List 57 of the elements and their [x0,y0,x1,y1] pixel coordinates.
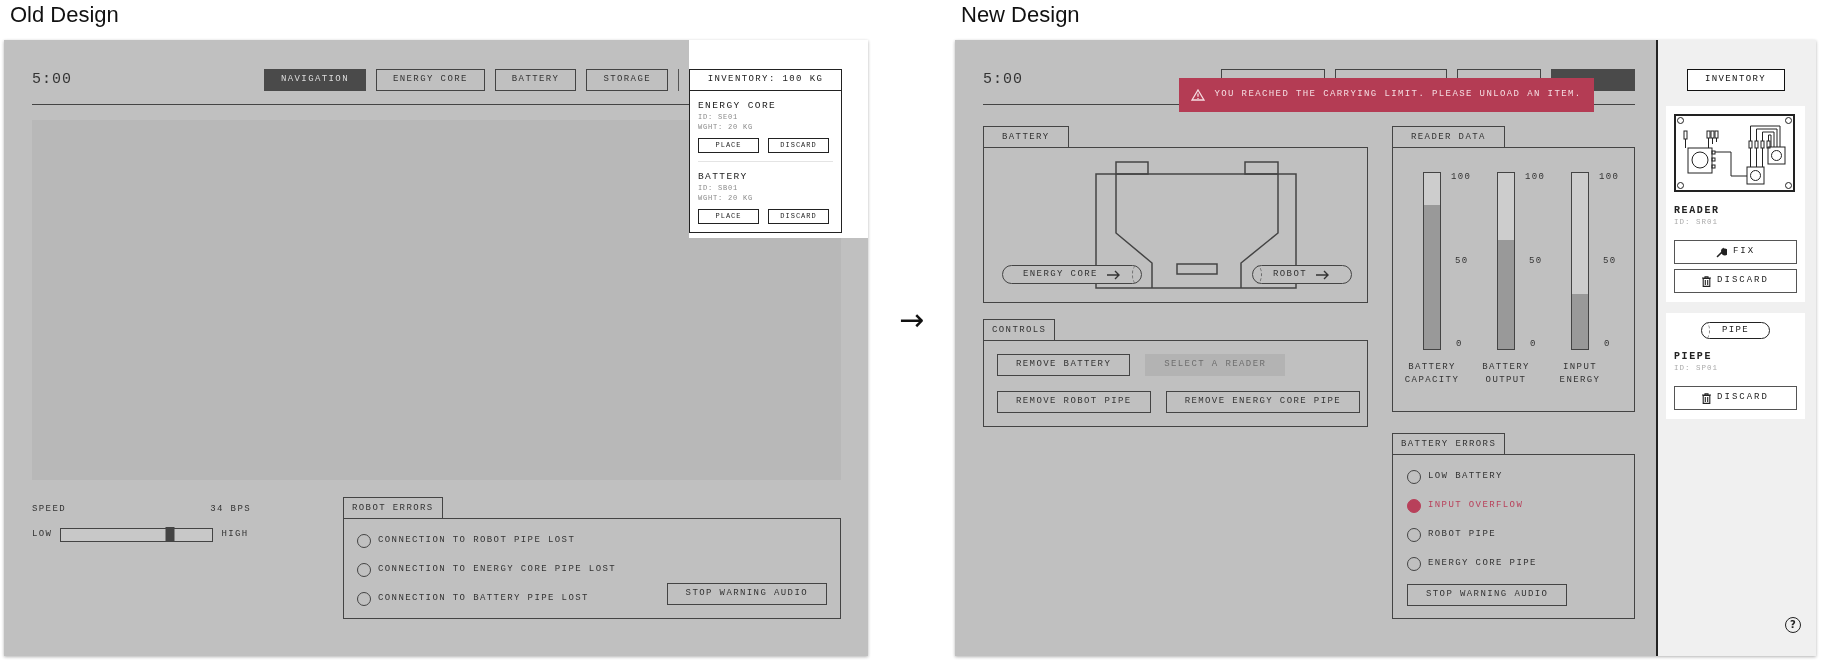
nav-tab[interactable]: ENERGY CORE [375,69,485,91]
design-heading: Old Design [10,1,119,29]
high-label: HIGH [221,527,249,541]
control-button[interactable]: REMOVE ROBOT PIPE [997,391,1151,413]
error-label: CONNECTION TO ENERGY CORE PIPE LOST [378,562,617,576]
timer: 5:00 [32,69,72,90]
tick-label: 50 [1602,255,1618,267]
meter-label: BATTERY CAPACITY [1403,361,1461,387]
item-name: ENERGY CORE [698,100,778,112]
pipe-label: ENERGY CORE [1023,267,1098,281]
error-label: CONNECTION TO ROBOT PIPE LOST [378,533,576,547]
warning-icon [1191,89,1206,101]
tick-label: 0 [1455,339,1464,350]
speed-label: SPEED [32,503,66,516]
tick-label: 100 [1451,172,1472,183]
tick-label: 0 [1529,339,1538,350]
arrow-icon [1106,269,1121,280]
arrow: → [898,305,925,335]
arrow-icon [1316,269,1330,280]
error-label: ROBOT PIPE [1428,527,1496,541]
inventory-title: INVENTORY: 100 KG [690,70,841,91]
alert-message: YOU REACHED THE CARRYING LIMIT. PLEASE UNLOAD AN ITEM. [1214,88,1582,102]
nav-tab[interactable]: BATTERY [494,69,577,91]
slider-thumb[interactable] [165,527,175,541]
trash-icon [1702,392,1712,404]
control-button[interactable]: REMOVE ENERGY CORE PIPE [1165,391,1361,413]
tick-label: 50 [1528,255,1544,267]
design-heading: New Design [961,1,1080,29]
stop-audio-button[interactable]: STOP WARNING AUDIO [666,583,827,605]
nav-tab[interactable]: STORAGE [586,69,668,91]
stop-audio-button[interactable]: STOP WARNING AUDIO [1407,584,1568,606]
speed-slider[interactable] [60,527,214,542]
inventory-button[interactable]: INVENTORY [1686,69,1785,91]
error-label: CONNECTION TO BATTERY PIPE LOST [378,591,589,605]
tick-label: 100 [1599,172,1620,183]
tick-label: 50 [1454,255,1470,267]
low-label: LOW [32,527,53,541]
pipe-label: ROBOT [1273,267,1307,281]
item-button[interactable]: FIX [1674,240,1797,264]
nav-tab[interactable]: NAVIGATION [263,69,366,91]
control-button[interactable]: REMOVE BATTERY [997,354,1131,376]
timer: 5:00 [983,69,1023,90]
speed-reading: 34 BPS [210,503,251,516]
item-name: PIEPE [1674,351,1713,363]
tick-label: 0 [1603,339,1612,350]
badge-label: PIPE [1721,323,1750,337]
item-button[interactable]: DISCARD [1674,386,1797,410]
trash-icon [1702,275,1712,287]
item-button[interactable]: DISCARD [1674,269,1797,293]
item-name: READER [1674,205,1721,217]
error-label: LOW BATTERY [1428,469,1503,483]
tick-label: 100 [1525,172,1546,183]
error-label: ENERGY CORE PIPE [1428,556,1537,570]
meter-label: BATTERY OUTPUT [1481,361,1531,387]
error-label: INPUT OVERFLOW [1428,498,1524,512]
meter-label: INPUT ENERGY [1558,361,1602,387]
item-name: BATTERY [698,171,749,183]
